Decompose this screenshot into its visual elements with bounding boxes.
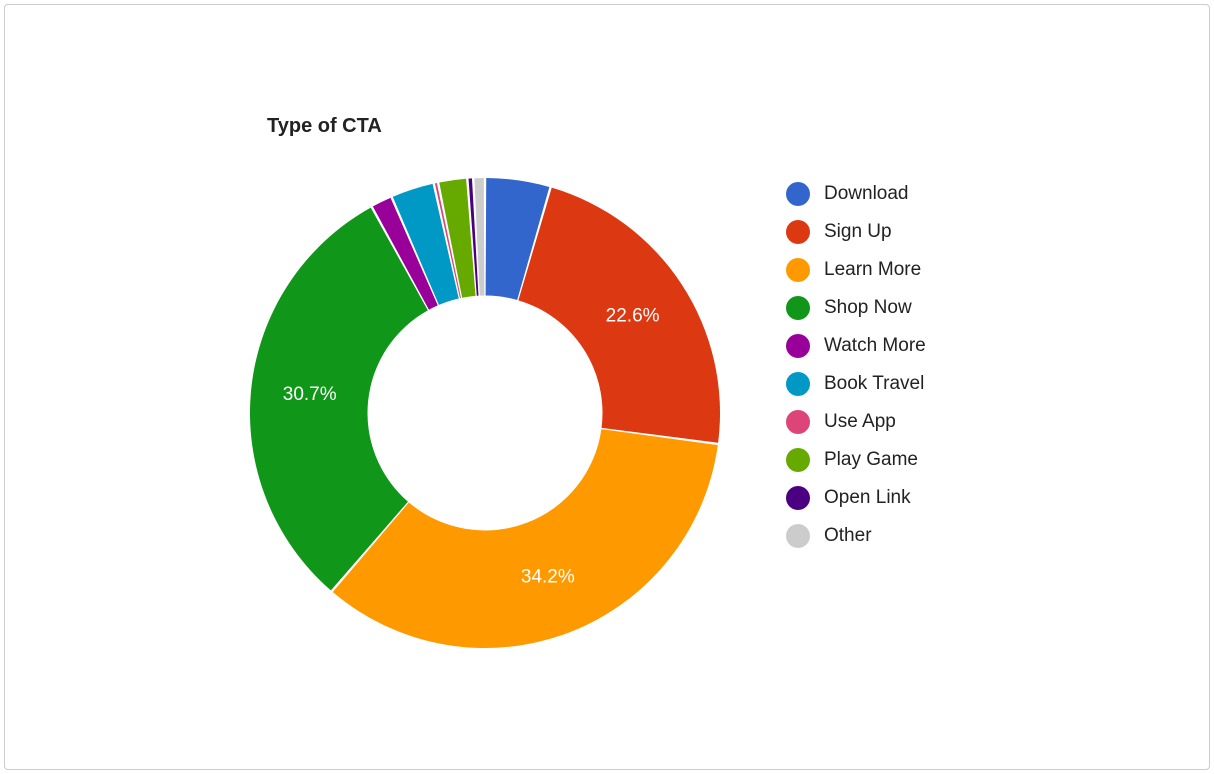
legend-label: Book Travel (824, 373, 924, 395)
legend-label: Use App (824, 411, 896, 433)
legend-label: Shop Now (824, 297, 912, 319)
donut-chart: 22.6% 34.2% 30.7% (235, 163, 735, 663)
legend-item[interactable]: Download (786, 175, 926, 213)
legend-swatch (786, 334, 810, 358)
donut-slice (333, 429, 718, 648)
legend-swatch (786, 486, 810, 510)
legend-swatch (786, 448, 810, 472)
legend-item[interactable]: Other (786, 517, 926, 555)
legend-label: Watch More (824, 335, 926, 357)
chart-title: Type of CTA (267, 115, 382, 138)
slice-label: 22.6% (606, 306, 660, 327)
legend-item[interactable]: Use App (786, 403, 926, 441)
legend-swatch (786, 258, 810, 282)
legend-label: Open Link (824, 487, 911, 509)
donut-svg: 22.6% 34.2% 30.7% (235, 163, 735, 663)
legend-item[interactable]: Learn More (786, 251, 926, 289)
slice-label: 34.2% (521, 567, 575, 588)
legend-item[interactable]: Shop Now (786, 289, 926, 327)
slice-label: 30.7% (283, 384, 337, 405)
chart-card: Type of CTA 22.6% 34.2% 30.7% Download Sign… (4, 4, 1210, 770)
legend-swatch (786, 220, 810, 244)
legend-label: Play Game (824, 449, 918, 471)
legend-swatch (786, 182, 810, 206)
legend-swatch (786, 372, 810, 396)
legend-swatch (786, 410, 810, 434)
legend-label: Other (824, 525, 872, 547)
chart-legend: Download Sign Up Learn More Shop Now Watch M… (786, 175, 926, 555)
legend-swatch (786, 524, 810, 548)
legend-label: Sign Up (824, 221, 892, 243)
legend-item[interactable]: Play Game (786, 441, 926, 479)
legend-label: Download (824, 183, 909, 205)
legend-swatch (786, 296, 810, 320)
legend-item[interactable]: Watch More (786, 327, 926, 365)
legend-item[interactable]: Open Link (786, 479, 926, 517)
legend-item[interactable]: Book Travel (786, 365, 926, 403)
legend-label: Learn More (824, 259, 921, 281)
legend-item[interactable]: Sign Up (786, 213, 926, 251)
